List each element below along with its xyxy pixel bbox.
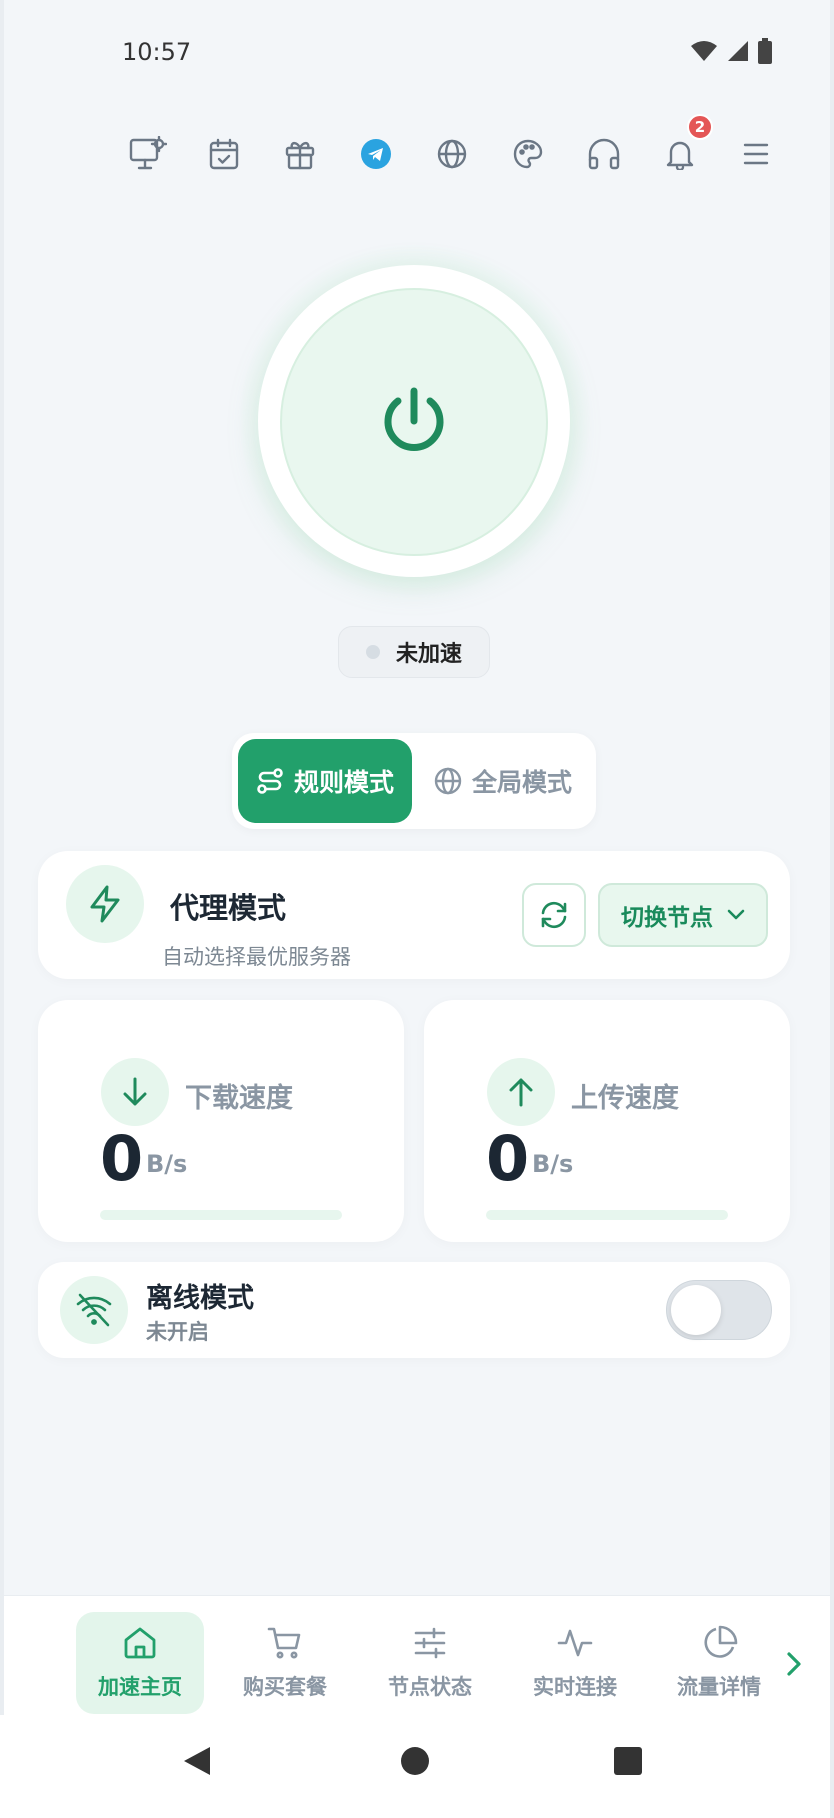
arrow-down-icon <box>101 1058 169 1126</box>
recents-icon[interactable] <box>612 1745 644 1777</box>
offline-mode-title: 离线模式 <box>146 1283 254 1314</box>
proxy-mode-title: 代理模式 <box>170 891 287 925</box>
notification-badge: 2 <box>687 114 713 140</box>
bell-icon[interactable]: 2 <box>660 114 713 174</box>
bottom-nav: 加速主页 购买套餐 节点状态 实时连接 流量详情 <box>4 1595 834 1715</box>
nav-item-home[interactable]: 加速主页 <box>76 1612 204 1714</box>
nav-label-buy: 购买套餐 <box>243 1675 327 1699</box>
headphones-icon[interactable] <box>584 134 624 174</box>
upload-speed-card: 上传速度 0 B/s <box>424 1000 790 1242</box>
arrow-up-icon <box>487 1058 555 1126</box>
activity-icon <box>557 1629 593 1657</box>
rule-mode-label: 规则模式 <box>293 768 394 797</box>
monitor-settings-icon[interactable] <box>128 134 168 174</box>
switch-node-button[interactable]: 切换节点 <box>598 883 768 947</box>
global-mode-button[interactable]: 全局模式 <box>416 739 590 823</box>
cart-icon <box>267 1627 301 1659</box>
status-text: 未加速 <box>395 642 462 667</box>
sliders-icon <box>414 1627 446 1659</box>
upload-unit: B/s <box>532 1150 574 1178</box>
nav-label-nodes: 节点状态 <box>388 1675 472 1699</box>
nav-item-buy[interactable]: 购买套餐 <box>221 1612 349 1714</box>
download-value: 0 <box>100 1122 144 1195</box>
nav-item-connections[interactable]: 实时连接 <box>511 1612 639 1714</box>
left-edge <box>0 0 4 1818</box>
offline-mode-toggle[interactable] <box>666 1280 772 1340</box>
switch-node-label: 切换节点 <box>621 905 713 931</box>
toggle-knob <box>671 1285 721 1335</box>
status-time: 10:57 <box>122 38 192 66</box>
wifi-icon <box>691 41 717 61</box>
gift-icon[interactable] <box>280 134 320 174</box>
download-unit: B/s <box>146 1150 188 1178</box>
top-toolbar: 2 <box>128 114 776 178</box>
system-nav-bar <box>0 1715 834 1818</box>
globe-icon[interactable] <box>432 134 472 174</box>
rule-mode-button[interactable]: 规则模式 <box>238 739 412 823</box>
globe-icon <box>434 767 462 795</box>
upload-value: 0 <box>486 1122 530 1195</box>
palette-icon[interactable] <box>508 134 548 174</box>
home-button-icon[interactable] <box>399 1745 431 1777</box>
upload-label: 上传速度 <box>571 1083 679 1114</box>
refresh-button[interactable] <box>522 883 586 947</box>
nav-label-connections: 实时连接 <box>533 1675 617 1699</box>
nav-scroll-right[interactable] <box>764 1624 824 1704</box>
lightning-icon <box>66 865 144 943</box>
power-icon <box>384 387 444 451</box>
nav-item-nodes[interactable]: 节点状态 <box>366 1612 494 1714</box>
status-dot <box>365 645 380 659</box>
battery-icon <box>758 38 772 64</box>
home-icon <box>124 1627 156 1659</box>
menu-icon[interactable] <box>736 134 776 174</box>
telegram-icon[interactable] <box>356 134 396 174</box>
back-icon[interactable] <box>182 1745 212 1777</box>
wifi-off-icon <box>60 1276 128 1344</box>
offline-mode-card: 离线模式 未开启 <box>38 1262 790 1358</box>
download-speed-card: 下载速度 0 B/s <box>38 1000 404 1242</box>
pie-chart-icon <box>704 1625 738 1658</box>
offline-mode-status: 未开启 <box>146 1320 209 1344</box>
upload-progress <box>486 1210 728 1220</box>
status-icons <box>690 38 772 64</box>
download-label: 下载速度 <box>185 1083 293 1114</box>
chevron-down-icon <box>727 909 745 920</box>
nav-label-home: 加速主页 <box>98 1675 182 1699</box>
proxy-mode-subtitle: 自动选择最优服务器 <box>162 945 351 969</box>
signal-icon <box>728 41 748 61</box>
global-mode-label: 全局模式 <box>471 768 572 797</box>
calendar-check-icon[interactable] <box>204 134 244 174</box>
chevron-right-icon <box>787 1652 801 1676</box>
mode-switch: 规则模式 全局模式 <box>232 733 596 829</box>
refresh-icon <box>541 901 567 929</box>
right-edge <box>830 0 834 1818</box>
power-button[interactable] <box>280 288 548 556</box>
connection-status: 未加速 <box>338 626 490 678</box>
proxy-mode-card: 代理模式 自动选择最优服务器 切换节点 <box>38 851 790 979</box>
nav-label-traffic: 流量详情 <box>677 1675 761 1699</box>
download-progress <box>100 1210 342 1220</box>
route-icon <box>257 768 283 794</box>
